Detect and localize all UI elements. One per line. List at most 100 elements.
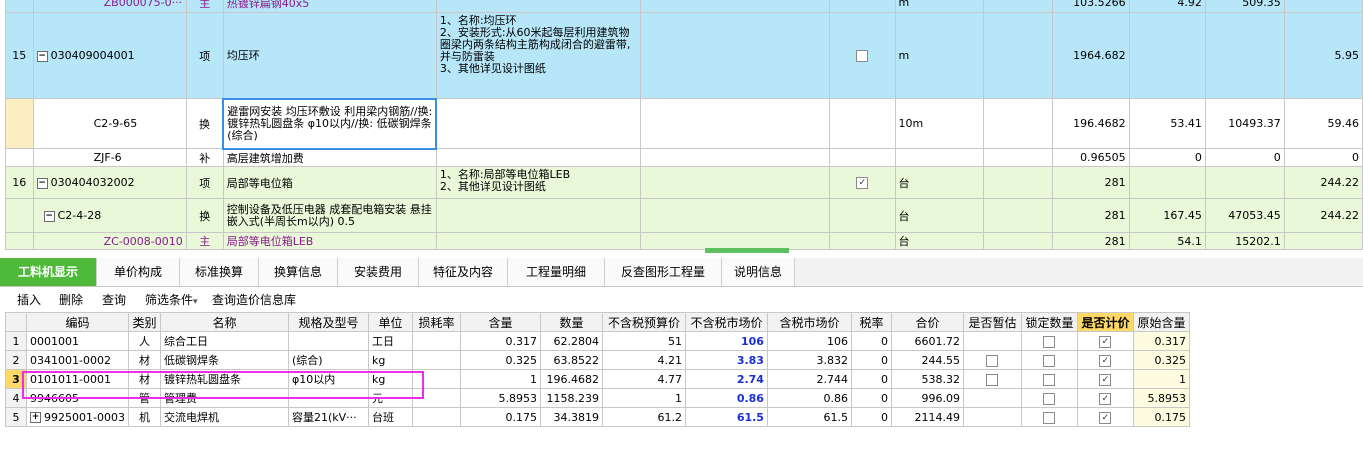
query-price-library-button[interactable]: 查询造价信息库 — [212, 291, 296, 308]
cell-lock[interactable] — [1020, 388, 1078, 408]
item-code[interactable]: ZB000075-0··· — [32, 0, 187, 13]
cell-code[interactable]: 0341001-0002 — [26, 350, 129, 370]
item-row[interactable]: 16−030404032002 项局部等电位箱 1、名称:局部等电位箱LEB 2、其… — [5, 166, 1363, 199]
column-header[interactable]: 不含税预算价 — [601, 312, 686, 332]
filter-dropdown[interactable]: 筛选条件▾ — [145, 291, 198, 308]
column-header[interactable]: 是否计价 — [1076, 312, 1134, 332]
tab-conversion-info[interactable]: 换算信息 — [259, 258, 338, 286]
item-name[interactable]: 局部等电位箱 — [222, 166, 437, 199]
item-name[interactable]: 避雷网安装 均压环敷设 利用梁内钢筋//换: 镀锌热轧圆盘条 φ10以内//换:… — [222, 97, 438, 150]
item-row[interactable]: ZJF-6 补高层建筑增加费 0.96505 0 0 0 — [5, 148, 1363, 167]
item-code[interactable]: ZC-0008-0010 — [32, 232, 187, 250]
tab-reverse-graphic-quantity[interactable]: 反查图形工程量 — [605, 258, 722, 286]
item-name[interactable]: 均压环 — [222, 12, 437, 99]
item-name[interactable]: 控制设备及低压电器 成套配电箱安装 悬挂嵌入式(半周长m以内) 0.5 — [222, 198, 437, 233]
checkbox[interactable] — [1043, 354, 1056, 367]
tab-quantity-detail[interactable]: 工程量明细 — [508, 258, 605, 286]
panel-splitter[interactable] — [705, 248, 789, 253]
column-header[interactable]: 合价 — [890, 312, 964, 332]
checkbox[interactable]: ✓ — [856, 177, 869, 189]
cell-price[interactable]: ✓ — [1076, 350, 1134, 370]
cell-lock[interactable] — [1020, 331, 1078, 351]
collapse-icon[interactable]: − — [36, 50, 48, 62]
item-code[interactable]: ZJF-6 — [32, 148, 187, 167]
item-name[interactable]: 热镀锌扁钢40x5 — [222, 0, 437, 13]
cell-price[interactable]: ✓ — [1076, 331, 1134, 351]
table-row[interactable]: 2 0341001-0002 材低碳钢焊条 (综合) kg 0.325 63.8522 4.2… — [5, 350, 1190, 370]
checkbox[interactable] — [986, 373, 999, 386]
checkbox[interactable]: ✓ — [1099, 373, 1112, 386]
insert-button[interactable]: 插入 — [17, 291, 41, 308]
tab-features-content[interactable]: 特征及内容 — [419, 258, 508, 286]
cell-code[interactable]: 0001001 — [26, 331, 129, 351]
cell-lock[interactable] — [1020, 407, 1078, 427]
cell-lock[interactable] — [1020, 350, 1078, 370]
column-header[interactable]: 编码 — [26, 312, 129, 332]
item-checkbox-cell[interactable] — [829, 0, 896, 13]
cell-spec[interactable]: 容量21(kV··· — [287, 407, 369, 427]
tab-labor-material-machine[interactable]: 工料机显示 — [0, 258, 97, 286]
item-code[interactable]: − C2-4-28 — [32, 198, 187, 233]
column-header[interactable]: 不含税市场价 — [684, 312, 768, 332]
column-header[interactable]: 是否暂估 — [962, 312, 1022, 332]
cell-name[interactable]: 交流电焊机 — [159, 407, 289, 427]
tab-installation-cost[interactable]: 安装费用 — [338, 258, 419, 286]
column-header[interactable]: 名称 — [159, 312, 289, 332]
collapse-icon[interactable]: − — [43, 210, 55, 222]
item-checkbox-cell[interactable] — [829, 12, 896, 99]
cell-code[interactable]: +9925001-0003 — [26, 407, 129, 427]
delete-button[interactable]: 删除 — [59, 291, 83, 308]
cell-name[interactable]: 低碳钢焊条 — [159, 350, 289, 370]
item-row[interactable]: ZB000075-0··· 主热镀锌扁钢40x5 m 103.5266 4.92 509.… — [5, 0, 1363, 13]
tab-description-info[interactable]: 说明信息 — [722, 258, 795, 286]
column-header[interactable]: 原始含量 — [1132, 312, 1190, 332]
item-checkbox-cell[interactable] — [829, 98, 896, 149]
item-code[interactable]: C2-9-65 — [32, 98, 187, 149]
collapse-icon[interactable]: − — [36, 177, 48, 189]
checkbox[interactable]: ✓ — [1099, 354, 1112, 367]
cell-est[interactable] — [962, 388, 1022, 408]
cell-price[interactable]: ✓ — [1076, 407, 1134, 427]
item-checkbox-cell[interactable] — [829, 148, 896, 167]
column-header[interactable]: 锁定数量 — [1020, 312, 1078, 332]
expand-icon[interactable]: + — [30, 412, 41, 423]
item-row[interactable]: C2-9-65 换避雷网安装 均压环敷设 利用梁内钢筋//换: 镀锌热轧圆盘条 φ… — [5, 97, 1363, 150]
cell-price[interactable]: ✓ — [1076, 388, 1134, 408]
item-row[interactable]: − C2-4-28 换控制设备及低压电器 成套配电箱安装 悬挂嵌入式(半周长m以内)… — [5, 198, 1363, 233]
cell-lock[interactable] — [1020, 369, 1078, 389]
cell-est[interactable] — [962, 369, 1022, 389]
column-header[interactable]: 类别 — [127, 312, 161, 332]
query-button[interactable]: 查询 — [102, 291, 126, 308]
item-name[interactable]: 高层建筑增加费 — [222, 148, 437, 167]
cell-est[interactable] — [962, 407, 1022, 427]
column-header[interactable] — [5, 312, 27, 332]
checkbox[interactable] — [1043, 373, 1056, 386]
tab-unit-price-composition[interactable]: 单价构成 — [97, 258, 180, 286]
column-header[interactable]: 损耗率 — [411, 312, 461, 332]
column-header[interactable]: 规格及型号 — [287, 312, 369, 332]
item-code[interactable]: −030404032002 — [32, 166, 187, 199]
item-checkbox-cell[interactable] — [829, 198, 896, 233]
item-checkbox-cell[interactable]: ✓ — [829, 166, 896, 199]
column-header[interactable]: 单位 — [367, 312, 413, 332]
checkbox[interactable]: ✓ — [1099, 411, 1112, 424]
checkbox[interactable]: ✓ — [1099, 392, 1112, 405]
column-header[interactable]: 税率 — [850, 312, 892, 332]
table-row[interactable]: 5 +9925001-0003 机交流电焊机 容量21(kV··· 台班 0.175 34.… — [5, 407, 1190, 427]
cell-price[interactable]: ✓ — [1076, 369, 1134, 389]
tab-standard-conversion[interactable]: 标准换算 — [180, 258, 259, 286]
column-header[interactable]: 含量 — [459, 312, 541, 332]
cell-spec[interactable]: (综合) — [287, 350, 369, 370]
checkbox[interactable] — [1043, 392, 1056, 405]
column-header[interactable]: 含税市场价 — [766, 312, 852, 332]
table-row[interactable]: 1 0001001 人综合工日 工日 0.317 62.2804 51 106 106 0 6601… — [5, 331, 1190, 351]
checkbox[interactable] — [856, 50, 869, 62]
checkbox[interactable] — [986, 354, 999, 367]
item-row[interactable]: 15−030409004001 项均压环 1、名称:均压环 2、安装形式:从60米起… — [5, 12, 1363, 99]
item-name[interactable]: 局部等电位箱LEB — [222, 232, 437, 250]
item-row[interactable]: ZC-0008-0010 主局部等电位箱LEB 台 281 54.1 15202.1 — [5, 232, 1363, 250]
item-code[interactable]: −030409004001 — [32, 12, 187, 99]
item-checkbox-cell[interactable] — [829, 232, 896, 250]
checkbox[interactable] — [1043, 335, 1056, 348]
cell-name[interactable]: 综合工日 — [159, 331, 289, 351]
